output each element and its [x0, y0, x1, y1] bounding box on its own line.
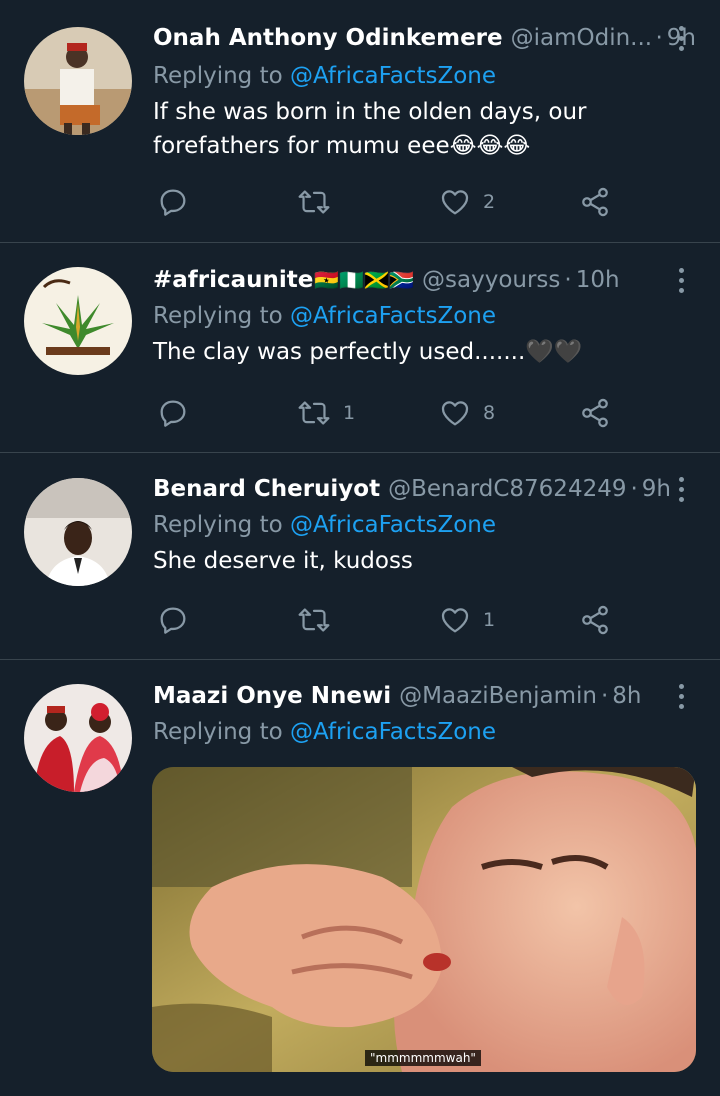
share-button[interactable] — [579, 182, 611, 222]
mention-link[interactable]: @AfricaFactsZone — [290, 303, 496, 329]
share-icon — [579, 186, 611, 218]
heart-icon — [439, 604, 471, 636]
retweet-button[interactable]: 1 — [297, 393, 355, 433]
avatar[interactable] — [24, 478, 132, 586]
separator-dot: · — [600, 683, 609, 709]
tweet-text: She deserve it, kudoss — [153, 548, 413, 574]
tweet-header: Onah Anthony Odinkemere @iamOdin... · 9h — [153, 23, 696, 53]
mention-link[interactable]: @AfricaFactsZone — [290, 719, 496, 745]
tweet-feed: Onah Anthony Odinkemere @iamOdin... · 9h… — [0, 0, 720, 1096]
gif-caption: "mmmmmmwah" — [365, 1050, 481, 1066]
replying-to: Replying to @AfricaFactsZone — [153, 715, 696, 749]
replying-to: Replying to @AfricaFactsZone — [153, 299, 696, 333]
user-handle[interactable]: @BenardC87624249 — [388, 474, 626, 504]
display-name[interactable]: Benard Cheruiyot — [153, 474, 380, 504]
action-bar: 2 — [153, 182, 673, 222]
mention-link[interactable]: @AfricaFactsZone — [290, 512, 496, 538]
like-count: 1 — [483, 609, 496, 631]
tweet[interactable]: Onah Anthony Odinkemere @iamOdin... · 9h… — [0, 0, 720, 243]
timestamp[interactable]: 10h — [576, 265, 620, 295]
retweet-button[interactable] — [297, 182, 343, 222]
retweet-icon — [297, 186, 331, 218]
avatar[interactable] — [24, 27, 132, 135]
tweet-header: #africaunite 🇬🇭🇳🇬🇯🇲🇿🇦 @sayyourss · 10h — [153, 265, 696, 295]
reply-icon — [157, 397, 189, 429]
separator-dot: · — [655, 25, 663, 51]
tweet-header: Benard Cheruiyot @BenardC87624249 · 9h — [153, 474, 696, 504]
tweet-text: If she was born in the olden days, our f… — [153, 99, 587, 159]
more-options-icon[interactable] — [666, 474, 696, 504]
like-button[interactable]: 1 — [439, 600, 495, 640]
more-options-icon[interactable] — [666, 265, 696, 295]
like-count: 2 — [483, 191, 496, 213]
user-handle[interactable]: @iamOdin... — [511, 23, 652, 53]
flag-emojis: 🇬🇭🇳🇬🇯🇲🇿🇦 — [314, 268, 415, 292]
gif-image — [152, 767, 696, 1072]
tweet[interactable]: Benard Cheruiyot @BenardC87624249 · 9h R… — [0, 453, 720, 660]
tweet-text: The clay was perfectly used.......🖤🖤 — [153, 339, 583, 365]
share-button[interactable] — [579, 600, 611, 640]
display-name[interactable]: Maazi Onye Nnewi — [153, 681, 391, 711]
retweet-icon — [297, 397, 331, 429]
reply-button[interactable] — [157, 393, 189, 433]
display-name[interactable]: Onah Anthony Odinkemere — [153, 23, 503, 53]
action-bar: 1 — [153, 600, 673, 640]
retweet-count: 1 — [343, 402, 356, 424]
reply-button[interactable] — [157, 600, 189, 640]
replying-to: Replying to @AfricaFactsZone — [153, 59, 696, 93]
share-icon — [579, 397, 611, 429]
retweet-icon — [297, 604, 331, 636]
avatar[interactable] — [24, 267, 132, 375]
like-count: 8 — [483, 402, 496, 424]
user-handle[interactable]: @sayyourss — [422, 265, 560, 295]
heart-icon — [439, 186, 471, 218]
tweet[interactable]: #africaunite 🇬🇭🇳🇬🇯🇲🇿🇦 @sayyourss · 10h R… — [0, 243, 720, 453]
share-button[interactable] — [579, 393, 611, 433]
replying-to: Replying to @AfricaFactsZone — [153, 508, 696, 542]
user-handle[interactable]: @MaaziBenjamin — [399, 681, 597, 711]
share-icon — [579, 604, 611, 636]
action-bar: 1 8 — [153, 393, 673, 433]
timestamp[interactable]: 8h — [612, 681, 641, 711]
reply-icon — [157, 604, 189, 636]
more-options-icon[interactable] — [666, 23, 696, 53]
mention-link[interactable]: @AfricaFactsZone — [290, 63, 496, 89]
tweet-media-gif[interactable]: "mmmmmmwah" — [152, 767, 696, 1072]
like-button[interactable]: 2 — [439, 182, 495, 222]
like-button[interactable]: 8 — [439, 393, 495, 433]
avatar[interactable] — [24, 684, 132, 792]
reply-icon — [157, 186, 189, 218]
replying-label: Replying to — [153, 719, 290, 745]
reply-button[interactable] — [157, 182, 189, 222]
separator-dot: · — [630, 476, 638, 502]
replying-label: Replying to — [153, 303, 290, 329]
heart-icon — [439, 397, 471, 429]
replying-label: Replying to — [153, 63, 290, 89]
replying-label: Replying to — [153, 512, 290, 538]
tweet-header: Maazi Onye Nnewi @MaaziBenjamin · 8h — [153, 681, 696, 711]
retweet-button[interactable] — [297, 600, 343, 640]
separator-dot: · — [564, 267, 572, 293]
more-options-icon[interactable] — [666, 681, 696, 711]
display-name[interactable]: #africaunite — [153, 265, 313, 295]
